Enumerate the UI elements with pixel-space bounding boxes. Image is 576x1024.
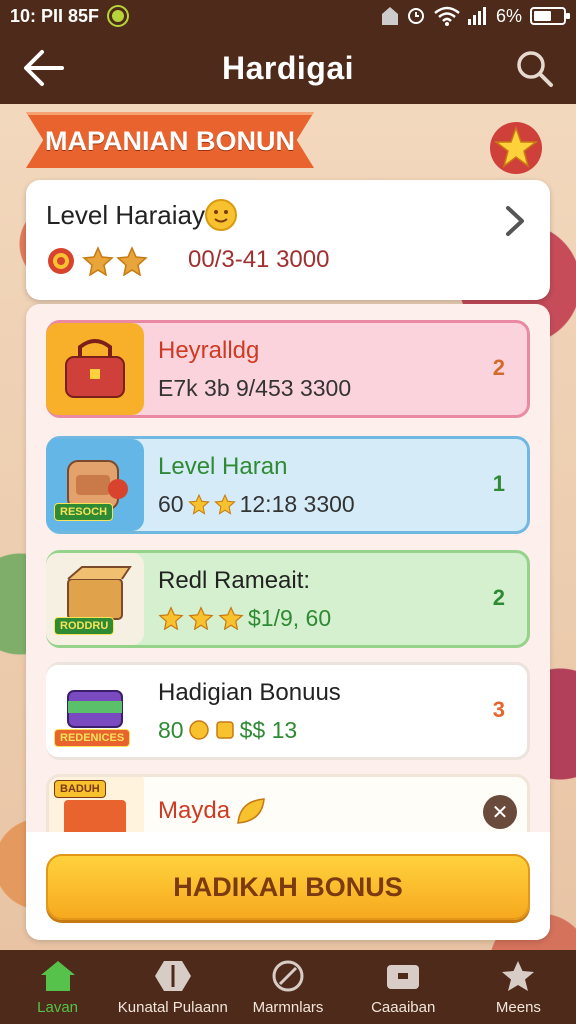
star-icon [158, 606, 184, 630]
star-icon [218, 606, 244, 630]
coin-icon [188, 720, 209, 740]
item-thumbnail [46, 323, 144, 415]
item-name-text: Mayda [158, 797, 231, 824]
star-icon [502, 960, 535, 991]
item-meta: 60 12:18 3300 [158, 491, 527, 518]
close-icon[interactable]: ✕ [483, 795, 517, 829]
back-arrow-icon[interactable] [22, 48, 66, 88]
nav-label: Marmnlars [252, 998, 324, 1016]
star-icon [213, 493, 236, 515]
status-time: 10: PII 85F [10, 5, 100, 26]
alarm-icon [407, 8, 424, 24]
list-item[interactable]: Heyralldg E7k 3b 9/453 3300 2 [46, 320, 530, 418]
star-icon [82, 246, 114, 276]
item-name: Heyralldg [158, 336, 260, 364]
list-item[interactable]: REDENICES Hadigian Bonuus 80 $$ 13 3 [46, 662, 530, 760]
item-badge: REDENICES [54, 729, 131, 747]
leaf-icon [237, 798, 265, 824]
compass-icon [272, 960, 304, 991]
item-meta: E7k 3b 9/453 3300 [158, 375, 527, 402]
item-count: 2 [492, 585, 505, 610]
list-item[interactable]: RESOCH Level Haran 60 12:18 3300 1 [46, 436, 530, 534]
level-stats: 00/3-41 3000 [188, 246, 330, 273]
claim-bonus-button[interactable]: HADIKAH BONUS [46, 854, 530, 920]
nav-item-home[interactable]: Lavan [0, 950, 115, 1024]
item-meta: 80 $$ 13 [158, 717, 527, 744]
notification-dot-icon [109, 7, 128, 25]
item-thumbnail: RODDRU [46, 553, 144, 645]
item-meta-prefix: 80 [158, 716, 184, 743]
page-title: Hardigai [221, 49, 355, 86]
item-meta-text: $$ 13 [239, 716, 298, 743]
chevron-right-icon[interactable] [502, 204, 528, 238]
level-icons [46, 246, 148, 276]
nav-label: Meens [495, 998, 541, 1016]
item-thumbnail: RESOCH [46, 439, 144, 531]
star-badge-icon[interactable] [488, 120, 544, 176]
item-badge: RESOCH [54, 503, 114, 521]
item-texts: Heyralldg E7k 3b 9/453 3300 [158, 337, 527, 402]
item-meta-prefix: 60 [158, 490, 184, 517]
level-card[interactable]: Level Haraiay 00/3-41 3000 [26, 180, 550, 300]
status-right: 6% [381, 5, 570, 27]
nav-label: Lavan [37, 998, 79, 1016]
item-count: 2 [492, 355, 505, 380]
item-meta-text: $1/9, 60 [248, 604, 332, 631]
wallet-icon [387, 964, 420, 989]
status-bar: 10: PII 85F 6% [0, 0, 576, 32]
level-title: Level Haraiay [46, 200, 205, 230]
bag-icon [65, 339, 125, 398]
cta-container: HADIKAH BONUS [26, 832, 550, 940]
item-count: 1 [492, 471, 505, 496]
signal-icon [467, 7, 486, 25]
nav-item-star[interactable]: Meens [461, 950, 576, 1024]
list-item[interactable]: RODDRU Redl Rameait: $1/9, 60 2 [46, 550, 530, 648]
item-badge: BADUH [54, 780, 106, 798]
item-name: Level Haran [158, 452, 288, 480]
item-meta-text: E7k 3b 9/453 3300 [158, 374, 352, 401]
coin-icon [215, 721, 234, 739]
item-name: Mayda [158, 797, 527, 825]
item-count: 3 [492, 697, 505, 722]
battery-fill [534, 11, 551, 21]
nav-item-compass[interactable]: Marmnlars [230, 950, 345, 1024]
section-ribbon: MAPANIAN BONUN [26, 112, 314, 168]
nav-item-hexagon[interactable]: Kunatal Pulaann [115, 950, 230, 1024]
home-status-icon [381, 7, 398, 25]
target-icon [48, 248, 74, 274]
item-meta-text: 12:18 3300 [239, 490, 355, 517]
status-left: 10: PII 85F [10, 5, 128, 27]
item-badge: RODDRU [54, 617, 115, 635]
hexagon-icon [154, 960, 191, 991]
nav-label: Caaaiban [371, 998, 436, 1016]
bottom-nav: Lavan Kunatal Pulaann Marmnlars Caaaiban… [0, 950, 576, 1024]
item-texts: Level Haran 60 12:18 3300 [158, 453, 527, 518]
app-bar: Hardigai [0, 32, 576, 104]
star-icon [187, 493, 210, 515]
wifi-icon [434, 6, 460, 26]
item-name: Hadigian Bonuus [158, 678, 341, 706]
item-texts: Redl Rameait: $1/9, 60 [158, 567, 527, 632]
battery-icon [530, 7, 570, 25]
search-icon[interactable] [514, 48, 554, 88]
nav-item-wallet[interactable]: Caaaiban [346, 950, 461, 1024]
nav-label: Kunatal Pulaann [117, 998, 228, 1016]
item-texts: Hadigian Bonuus 80 $$ 13 [158, 679, 527, 744]
home-icon [40, 960, 75, 991]
star-icon [116, 246, 148, 276]
smiley-coin-icon [205, 199, 237, 231]
star-icon [188, 606, 214, 630]
item-meta: $1/9, 60 [158, 605, 527, 632]
battery-percent: 6% [495, 5, 522, 26]
item-name: Redl Rameait: [158, 566, 311, 594]
item-thumbnail: REDENICES [46, 665, 144, 757]
item-texts: Mayda [158, 797, 527, 835]
